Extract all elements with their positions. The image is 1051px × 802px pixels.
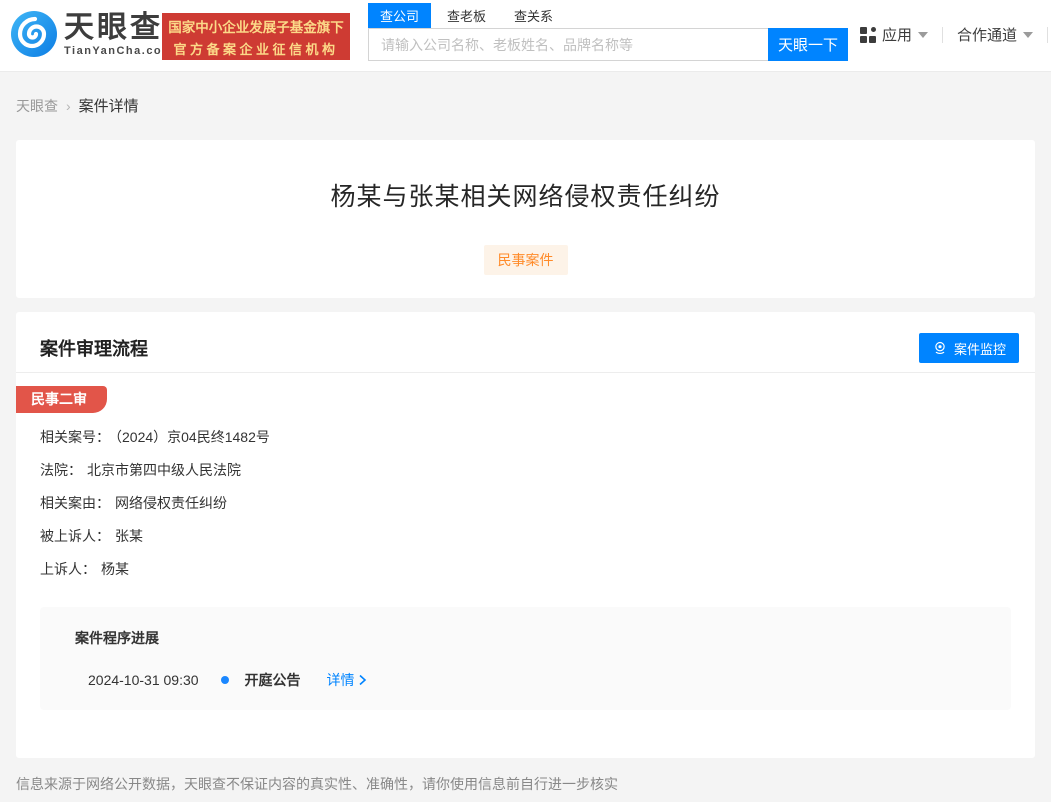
field-court: 法院： 北京市第四中级人民法院 <box>40 463 270 477</box>
case-fields: 相关案号： （2024）京04民终1482号 法院： 北京市第四中级人民法院 相关案… <box>40 430 270 595</box>
logo[interactable]: 天眼查 TianYanCha.com <box>10 10 173 58</box>
nav-cooperation-label: 合作通道 <box>957 27 1018 44</box>
field-value: 网络侵权责任纠纷 <box>115 495 227 511</box>
tab-search-company[interactable]: 查公司 <box>368 3 432 28</box>
chevron-right-icon <box>359 674 366 686</box>
breadcrumb-current: 案件详情 <box>78 98 139 115</box>
field-value: 杨某 <box>101 561 129 577</box>
progress-row: 2024-10-31 09:30 开庭公告 详情 <box>88 670 367 690</box>
search-area: 查公司 查老板 查关系 天眼一下 <box>368 3 848 61</box>
trial-stage-badge: 民事二审 <box>16 386 107 413</box>
nav-apps-label: 应用 <box>882 27 913 44</box>
detail-link[interactable]: 详情 <box>327 670 367 690</box>
trial-process-card: 案件审理流程 案件监控 民事二审 相关案号： （2024）京04民终1482号 法… <box>16 312 1035 758</box>
search-button[interactable]: 天眼一下 <box>768 28 848 61</box>
field-cause: 相关案由： 网络侵权责任纠纷 <box>40 496 270 510</box>
header: 天眼查 TianYanCha.com 国家中小企业发展子基金旗下 官方备案企业征… <box>0 0 1051 72</box>
case-type-badge: 民事案件 <box>483 245 568 275</box>
gov-badge-line1: 国家中小企业发展子基金旗下 <box>168 19 344 35</box>
footer: 信息来源于网络公开数据，天眼查不保证内容的真实性、准确性，请你使用信息前自行进一… <box>0 758 1051 802</box>
case-monitor-button[interactable]: 案件监控 <box>918 333 1019 363</box>
breadcrumb-home[interactable]: 天眼查 <box>16 96 58 116</box>
progress-datetime: 2024-10-31 09:30 <box>88 672 199 688</box>
disclaimer-text: 信息来源于网络公开数据，天眼查不保证内容的真实性、准确性，请你使用信息前自行进一… <box>16 776 618 792</box>
tab-search-relation[interactable]: 查关系 <box>502 3 565 28</box>
search-row: 天眼一下 <box>368 28 848 61</box>
nav-cooperation[interactable]: 合作通道 <box>957 24 1034 45</box>
case-monitor-label: 案件监控 <box>953 341 1006 357</box>
page: 天眼查 TianYanCha.com 国家中小企业发展子基金旗下 官方备案企业征… <box>0 0 1051 802</box>
field-appellant: 上诉人： 杨某 <box>40 562 270 576</box>
logo-text: 天眼查 TianYanCha.com <box>64 10 174 57</box>
progress-event: 开庭公告 <box>244 672 301 688</box>
apps-grid-icon <box>860 26 876 43</box>
detail-link-label: 详情 <box>326 672 355 688</box>
field-label: 相关案号： <box>40 429 110 445</box>
nav-divider <box>942 26 944 43</box>
search-input[interactable] <box>368 28 768 61</box>
field-value: 张某 <box>115 528 143 544</box>
section-title: 案件审理流程 <box>40 339 148 359</box>
timeline-dot-icon <box>220 676 229 684</box>
nav-apps[interactable]: 应用 <box>860 24 929 45</box>
tianyancha-logo-icon <box>11 11 57 57</box>
case-header-card: 杨某与张某相关网络侵权责任纠纷 民事案件 <box>16 140 1035 298</box>
tab-search-boss[interactable]: 查老板 <box>435 3 498 28</box>
header-nav: 应用 合作通道 <box>860 24 1051 45</box>
case-progress-box: 案件程序进展 2024-10-31 09:30 开庭公告 详情 <box>40 607 1011 710</box>
brand-name: 天眼查 <box>64 10 163 44</box>
monitor-camera-icon <box>935 341 945 355</box>
field-case-number: 相关案号： （2024）京04民终1482号 <box>40 430 270 444</box>
trial-process-header: 案件审理流程 案件监控 <box>16 312 1035 373</box>
field-appellee: 被上诉人： 张某 <box>40 529 270 543</box>
field-label: 相关案由： <box>40 495 110 511</box>
search-tabs: 查公司 查老板 查关系 <box>368 3 848 28</box>
breadcrumb-separator: › <box>66 97 71 114</box>
field-value: （2024）京04民终1482号 <box>115 429 270 445</box>
nav-divider <box>1047 26 1049 43</box>
brand-domain: TianYanCha.com <box>64 44 174 57</box>
breadcrumb: 天眼查 › 案件详情 <box>16 95 139 116</box>
field-label: 法院： <box>40 462 82 478</box>
gov-badge-line2: 官方备案企业征信机构 <box>173 41 339 57</box>
field-value: 北京市第四中级人民法院 <box>87 462 241 478</box>
case-title: 杨某与张某相关网络侵权责任纠纷 <box>330 183 721 211</box>
caret-down-icon <box>1023 31 1034 38</box>
gov-certification-badge: 国家中小企业发展子基金旗下 官方备案企业征信机构 <box>162 13 350 60</box>
caret-down-icon <box>918 31 929 38</box>
field-label: 被上诉人： <box>40 528 110 544</box>
progress-title: 案件程序进展 <box>75 630 159 646</box>
field-label: 上诉人： <box>40 561 96 577</box>
